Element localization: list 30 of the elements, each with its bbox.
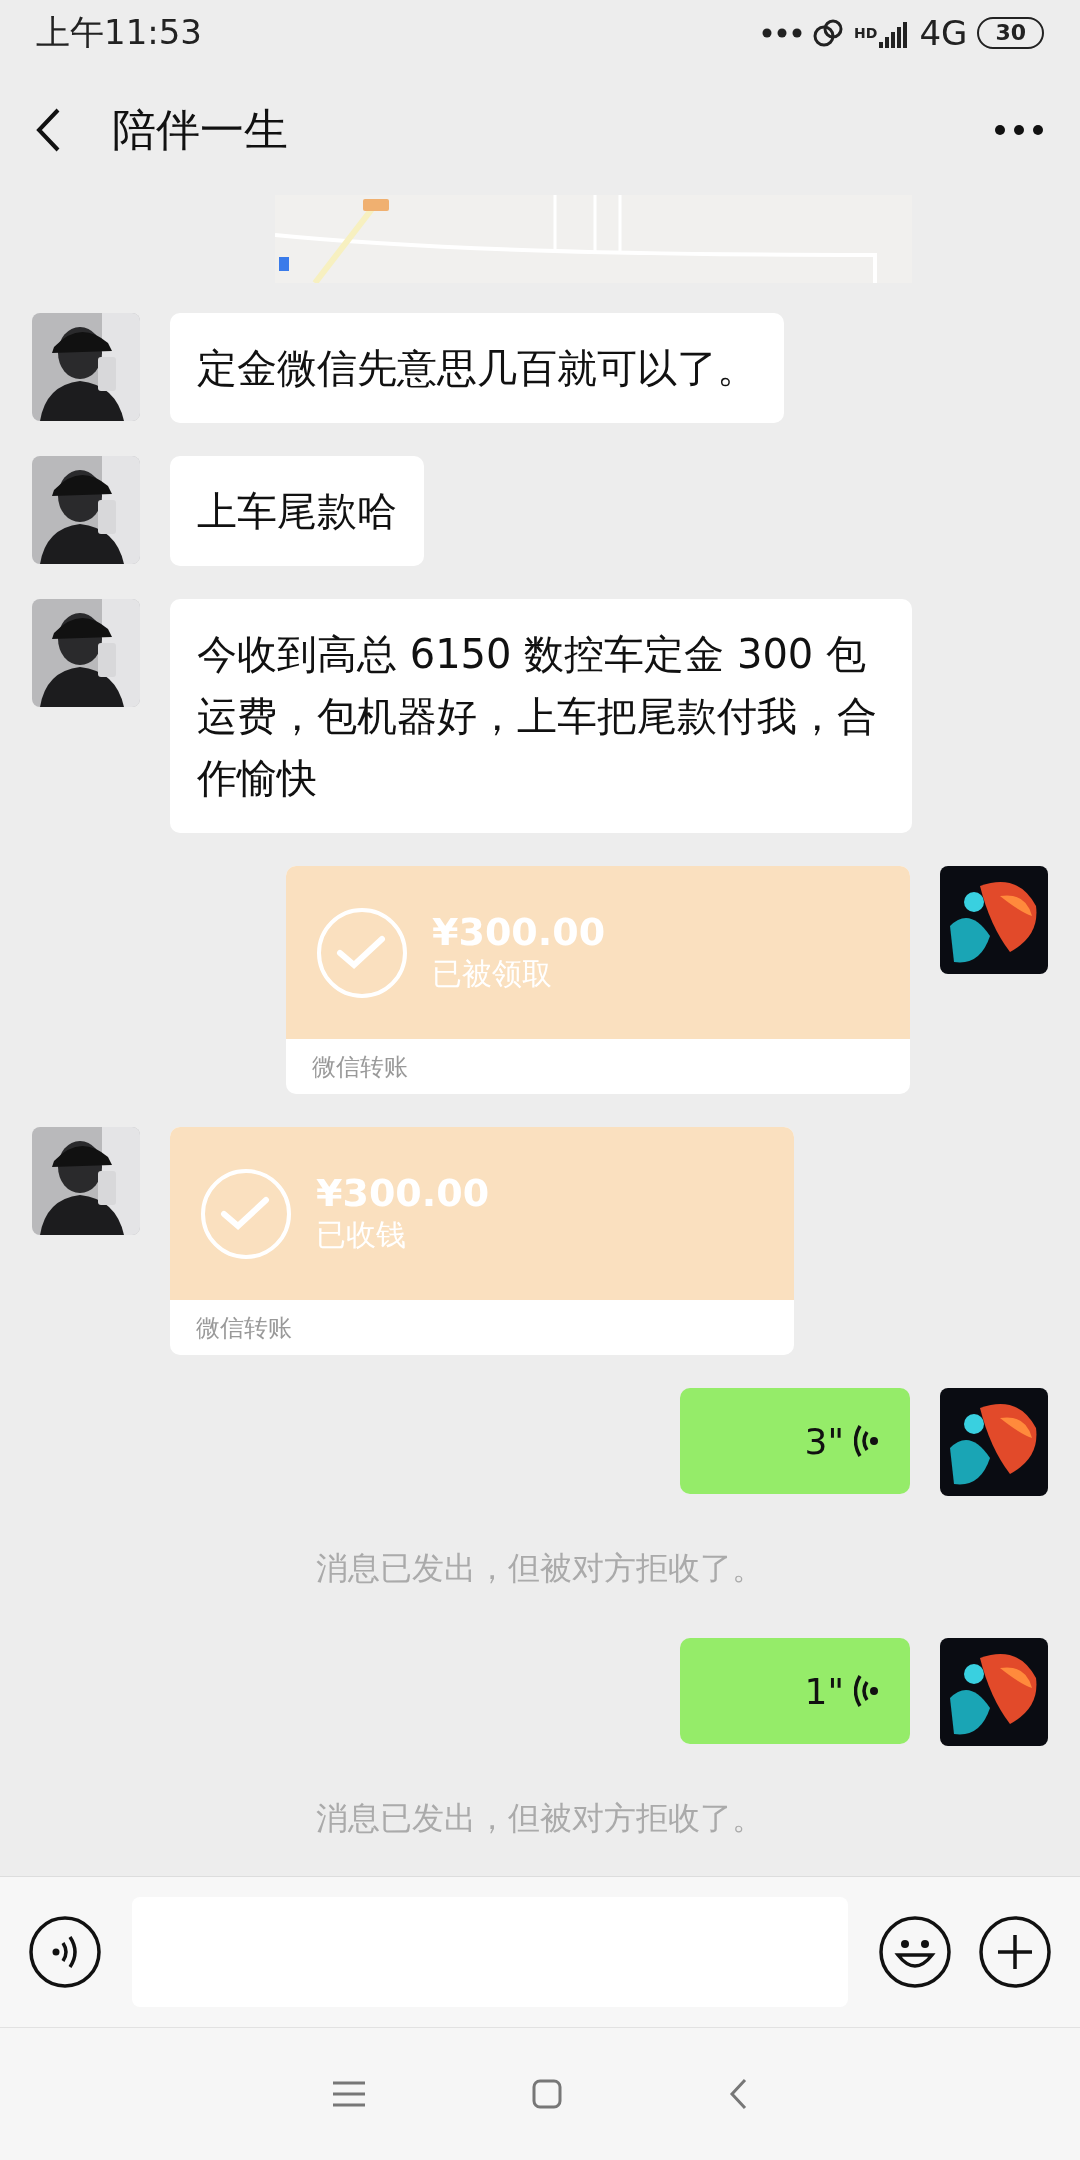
plus-icon[interactable]: [978, 1915, 1052, 1989]
hd-label: HD: [854, 24, 878, 41]
network-label: 4G: [919, 12, 968, 53]
voice-input-icon[interactable]: [28, 1915, 102, 1989]
menu-icon[interactable]: [333, 2081, 366, 2107]
chat-title: 陪伴一生: [112, 102, 289, 157]
voice-wave-icon: [854, 1674, 880, 1708]
more-icon[interactable]: [994, 124, 1044, 136]
check-circle-icon: [316, 906, 408, 999]
battery-indicator: 30: [977, 16, 1044, 49]
system-notice: 消息已发出，但被对方拒收了。: [316, 1799, 764, 1837]
transfer-amount: ¥300.00: [432, 910, 606, 954]
message-bubble: 今收到高总 6150 数控车定金 300 包运费，包机器好，上车把尾款付我，合作愉快: [170, 599, 912, 833]
check-circle-icon: [200, 1167, 292, 1260]
message-bubble: 定金微信先意思几百就可以了。: [170, 313, 784, 423]
transfer-label: 微信转账: [312, 1051, 408, 1083]
transfer-status: 已被领取: [432, 955, 553, 993]
transfer-label: 微信转账: [196, 1312, 292, 1344]
home-icon[interactable]: [532, 2079, 562, 2109]
more-dots-icon: [762, 27, 803, 38]
back-icon[interactable]: [34, 107, 62, 153]
status-time: 上午11:53: [36, 10, 202, 54]
transfer-status: 已收钱: [316, 1216, 407, 1254]
transfer-amount: ¥300.00: [316, 1171, 490, 1215]
voice-wave-icon: [854, 1424, 880, 1458]
voice-message[interactable]: 3": [680, 1388, 910, 1494]
system-notice: 消息已发出，但被对方拒收了。: [316, 1549, 764, 1587]
message-bubble: 上车尾款哈: [170, 456, 424, 566]
voice-message[interactable]: 1": [680, 1638, 910, 1744]
emoji-icon[interactable]: [878, 1915, 952, 1989]
